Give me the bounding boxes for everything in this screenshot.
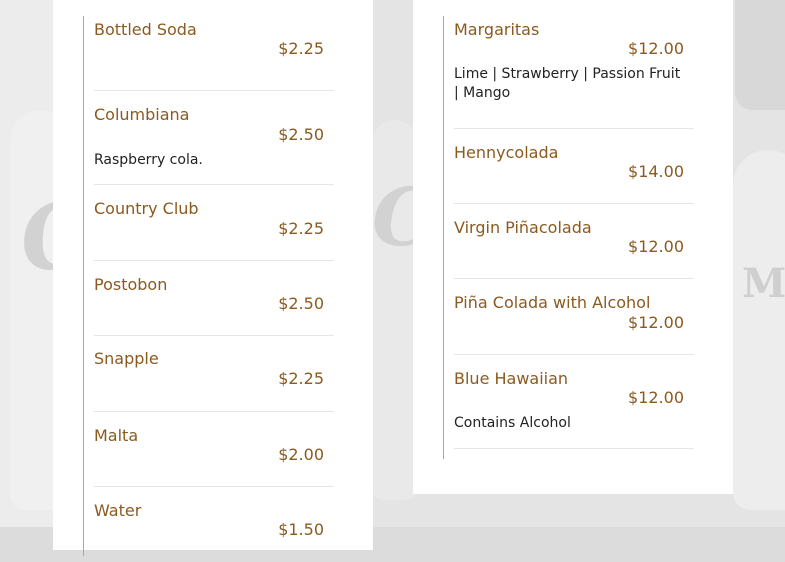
item-price: $2.50 (278, 294, 324, 313)
menu-card-left: Bottled Soda $2.25 Columbiana $2.50 Rasp… (53, 0, 373, 556)
item-name: Snapple (94, 349, 159, 368)
item-price: $12.00 (628, 237, 684, 256)
item-price: $2.50 (278, 125, 324, 144)
item-price: $12.00 (628, 313, 684, 332)
item-price: $12.00 (628, 39, 684, 58)
menu-list-right: Margaritas $12.00 Lime | Strawberry | Pa… (443, 16, 694, 459)
item-price: $2.25 (278, 219, 324, 238)
item-name: Malta (94, 426, 139, 445)
menu-item[interactable]: Columbiana $2.50 Raspberry cola. (94, 91, 334, 185)
item-name: Country Club (94, 199, 199, 218)
background-logo-text: MA (742, 260, 785, 307)
item-name: Postobon (94, 275, 168, 294)
bottle-cap (735, 0, 785, 110)
item-price: $14.00 (628, 162, 684, 181)
menu-item[interactable]: Piña Colada with Alcohol $12.00 (454, 279, 694, 355)
menu-item[interactable]: Blue Hawaiian $12.00 Contains Alcohol (454, 355, 694, 449)
menu-item[interactable]: Country Club $2.25 (94, 185, 334, 261)
item-name: Margaritas (454, 20, 540, 39)
item-description: Lime | Strawberry | Passion Fruit | Mang… (454, 66, 681, 101)
item-name: Hennycolada (454, 143, 559, 162)
menu-list-left: Bottled Soda $2.25 Columbiana $2.50 Rasp… (83, 16, 334, 556)
menu-item[interactable]: Snapple $2.25 (94, 336, 334, 412)
item-price: $2.00 (278, 445, 324, 464)
item-name: Virgin Piñacolada (454, 218, 592, 237)
item-price: $1.50 (278, 520, 324, 539)
item-name: Columbiana (94, 105, 190, 124)
item-price: $12.00 (628, 388, 684, 407)
menu-item[interactable]: Virgin Piñacolada $12.00 (454, 204, 694, 279)
menu-item[interactable]: Hennycolada $14.00 (454, 129, 694, 204)
bottle-shape (733, 150, 785, 510)
item-price: $2.25 (278, 369, 324, 388)
menu-card-right: Margaritas $12.00 Lime | Strawberry | Pa… (413, 0, 733, 494)
item-name: Bottled Soda (94, 20, 197, 39)
menu-item[interactable]: Water $1.50 (94, 487, 334, 562)
item-name: Piña Colada with Alcohol (454, 293, 651, 312)
menu-item[interactable]: Malta $2.00 (94, 412, 334, 487)
menu-item[interactable]: Postobon $2.50 (94, 261, 334, 336)
menu-item[interactable]: Bottled Soda $2.25 (94, 16, 334, 91)
item-description: Contains Alcohol (454, 415, 571, 431)
item-description: Raspberry cola. (94, 152, 203, 168)
item-price: $2.25 (278, 39, 324, 58)
menu-item[interactable]: Margaritas $12.00 Lime | Strawberry | Pa… (454, 16, 694, 129)
item-name: Blue Hawaiian (454, 369, 569, 388)
item-name: Water (94, 501, 142, 520)
